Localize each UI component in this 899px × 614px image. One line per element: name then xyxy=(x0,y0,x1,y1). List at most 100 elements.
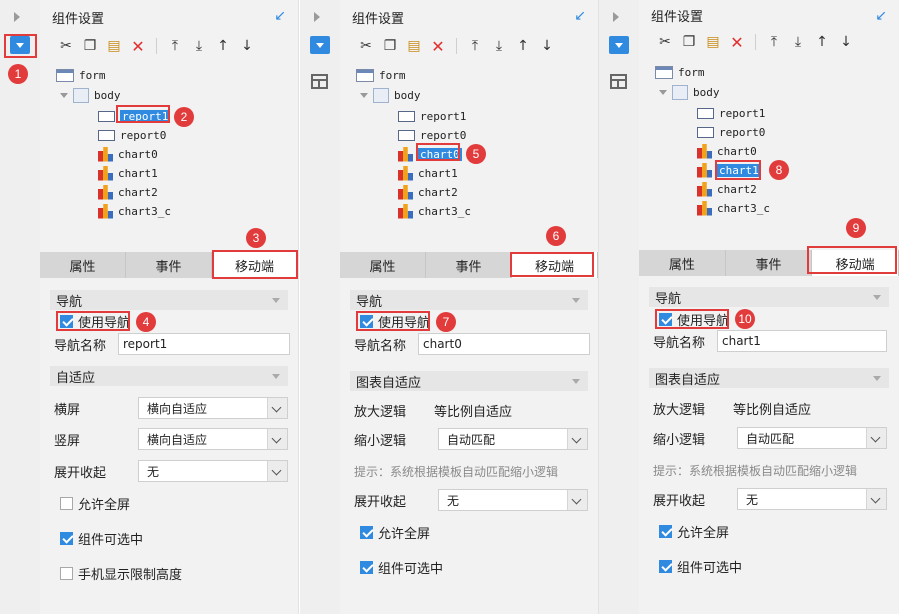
paste-icon[interactable]: ▤ xyxy=(404,36,424,56)
tree-node-report1[interactable]: report1 xyxy=(398,107,466,125)
selectable-checkbox[interactable]: 组件可选中 xyxy=(360,558,443,577)
tab-properties[interactable]: 属性 xyxy=(639,250,726,276)
tree-node-chart3_c[interactable]: chart3_c xyxy=(697,199,770,217)
allow-fullscreen-checkbox[interactable]: 允许全屏 xyxy=(60,494,130,513)
chevron-down-icon[interactable] xyxy=(267,398,287,418)
tab-properties[interactable]: 属性 xyxy=(40,252,126,278)
collapse-caret-icon[interactable] xyxy=(60,92,68,98)
tab-properties[interactable]: 属性 xyxy=(340,252,426,278)
collapse-caret-icon[interactable] xyxy=(659,89,667,95)
tree-node-form[interactable]: form xyxy=(655,63,705,81)
move-up-icon[interactable]: ↑ xyxy=(513,36,533,56)
nav-name-input[interactable]: chart0 xyxy=(418,333,590,355)
tree-node-body[interactable]: body xyxy=(659,83,720,101)
limit-height-checkbox[interactable]: 手机显示限制高度 xyxy=(60,564,182,583)
section-navigation[interactable]: 导航 xyxy=(350,290,588,310)
pin-icon[interactable]: ↙ xyxy=(274,8,286,24)
checkbox-checked-icon[interactable] xyxy=(360,525,373,539)
selectable-checkbox[interactable]: 组件可选中 xyxy=(659,557,742,576)
tree-node-chart0[interactable]: chart0 xyxy=(98,145,158,163)
chevron-down-icon[interactable] xyxy=(567,490,587,510)
tree-node-chart3_c[interactable]: chart3_c xyxy=(398,202,471,220)
expand-select[interactable]: 无 xyxy=(138,460,288,482)
copy-icon[interactable]: ❐ xyxy=(380,36,400,56)
expand-select[interactable]: 无 xyxy=(737,488,887,510)
component-settings-button[interactable] xyxy=(609,36,629,54)
tab-events[interactable]: 事件 xyxy=(126,252,212,278)
checkbox-checked-icon[interactable] xyxy=(360,560,373,574)
allow-fullscreen-checkbox[interactable]: 允许全屏 xyxy=(659,522,729,541)
delete-icon[interactable]: ✕ xyxy=(727,32,747,52)
nav-name-input[interactable]: chart1 xyxy=(717,330,887,352)
chevron-down-icon[interactable] xyxy=(567,429,587,449)
landscape-select[interactable]: 横向自适应 xyxy=(138,397,288,419)
portrait-select[interactable]: 横向自适应 xyxy=(138,428,288,450)
chevron-down-icon[interactable] xyxy=(866,428,886,448)
section-chart-adaptive[interactable]: 图表自适应 xyxy=(649,368,889,388)
checkbox-checked-icon[interactable] xyxy=(659,524,672,538)
delete-icon[interactable]: ✕ xyxy=(428,36,448,56)
tree-node-chart2[interactable]: chart2 xyxy=(697,180,757,198)
pin-icon[interactable]: ↙ xyxy=(875,8,887,24)
expand-arrow-icon[interactable] xyxy=(314,12,320,22)
nav-name-input[interactable]: report1 xyxy=(118,333,290,355)
chevron-down-icon[interactable] xyxy=(267,429,287,449)
section-chart-adaptive[interactable]: 图表自适应 xyxy=(350,371,588,391)
tree-node-report0[interactable]: report0 xyxy=(398,126,466,144)
checkbox-unchecked-icon[interactable] xyxy=(60,496,73,510)
section-navigation[interactable]: 导航 xyxy=(50,290,288,310)
zoom-out-select[interactable]: 自动匹配 xyxy=(438,428,588,450)
move-down-icon[interactable]: ↓ xyxy=(836,32,856,52)
paste-icon[interactable]: ▤ xyxy=(104,36,124,56)
expand-arrow-icon[interactable] xyxy=(14,12,20,22)
section-adaptive[interactable]: 自适应 xyxy=(50,366,288,386)
expand-arrow-icon[interactable] xyxy=(613,12,619,22)
move-bottom-icon[interactable]: ⤓ xyxy=(189,36,209,56)
move-up-icon[interactable]: ↑ xyxy=(213,36,233,56)
move-down-icon[interactable]: ↓ xyxy=(537,36,557,56)
cut-icon[interactable]: ✂ xyxy=(356,36,376,56)
checkbox-checked-icon[interactable] xyxy=(60,531,73,545)
move-top-icon[interactable]: ⤒ xyxy=(465,36,485,56)
pin-icon[interactable]: ↙ xyxy=(574,8,586,24)
move-up-icon[interactable]: ↑ xyxy=(812,32,832,52)
copy-icon[interactable]: ❐ xyxy=(80,36,100,56)
expand-select[interactable]: 无 xyxy=(438,489,588,511)
tab-events[interactable]: 事件 xyxy=(726,250,813,276)
zoom-out-select[interactable]: 自动匹配 xyxy=(737,427,887,449)
move-top-icon[interactable]: ⤒ xyxy=(165,36,185,56)
layout-icon[interactable] xyxy=(610,74,627,89)
tree-node-form[interactable]: form xyxy=(356,66,406,84)
tree-node-chart1[interactable]: chart1 xyxy=(398,164,458,182)
move-top-icon[interactable]: ⤒ xyxy=(764,32,784,52)
tree-node-chart1[interactable]: chart1 xyxy=(98,164,158,182)
tree-node-report1[interactable]: report1 xyxy=(697,104,765,122)
paste-icon[interactable]: ▤ xyxy=(703,32,723,52)
tree-node-body[interactable]: body xyxy=(360,86,421,104)
cut-icon[interactable]: ✂ xyxy=(655,32,675,52)
selectable-checkbox[interactable]: 组件可选中 xyxy=(60,529,143,548)
tree-node-chart3_c[interactable]: chart3_c xyxy=(98,202,171,220)
checkbox-checked-icon[interactable] xyxy=(659,559,672,573)
delete-icon[interactable]: ✕ xyxy=(128,36,148,56)
move-down-icon[interactable]: ↓ xyxy=(237,36,257,56)
tab-events[interactable]: 事件 xyxy=(426,252,512,278)
allow-fullscreen-checkbox[interactable]: 允许全屏 xyxy=(360,523,430,542)
copy-icon[interactable]: ❐ xyxy=(679,32,699,52)
tree-node-chart0[interactable]: chart0 xyxy=(697,142,757,160)
tree-node-report0[interactable]: report0 xyxy=(697,123,765,141)
tree-node-chart2[interactable]: chart2 xyxy=(398,183,458,201)
tree-node-form[interactable]: form xyxy=(56,66,106,84)
tree-node-chart2[interactable]: chart2 xyxy=(98,183,158,201)
tree-node-report0[interactable]: report0 xyxy=(98,126,166,144)
section-navigation[interactable]: 导航 xyxy=(649,287,889,307)
component-settings-button[interactable] xyxy=(310,36,330,54)
tree-node-body[interactable]: body xyxy=(60,86,121,104)
collapse-caret-icon[interactable] xyxy=(360,92,368,98)
layout-icon[interactable] xyxy=(311,74,328,89)
chevron-down-icon[interactable] xyxy=(866,489,886,509)
move-bottom-icon[interactable]: ⤓ xyxy=(788,32,808,52)
move-bottom-icon[interactable]: ⤓ xyxy=(489,36,509,56)
chevron-down-icon[interactable] xyxy=(267,461,287,481)
cut-icon[interactable]: ✂ xyxy=(56,36,76,56)
